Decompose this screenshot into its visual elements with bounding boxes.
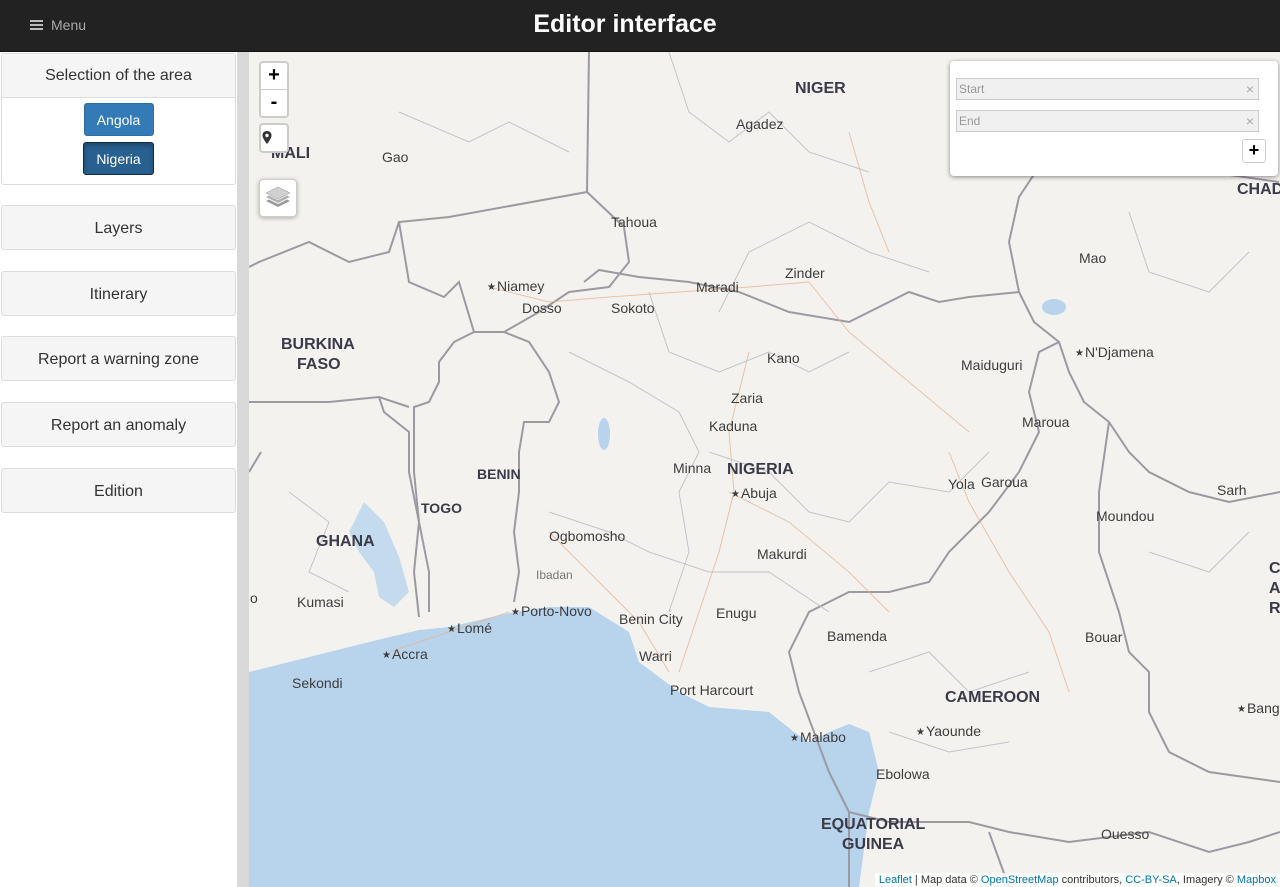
layers-button[interactable] (259, 179, 297, 217)
routing-panel: × × + (950, 61, 1278, 176)
map-label-mao: Mao (1079, 250, 1107, 266)
map-label-faso: FASO (297, 356, 341, 373)
map-label-equatorial: EQUATORIAL (821, 816, 926, 833)
map-label-maroua: Maroua (1022, 414, 1070, 430)
map-label-burkina: BURKINA (281, 336, 355, 353)
map-label-gao: Gao (382, 149, 409, 165)
area-button-nigeria[interactable]: Nigeria (83, 142, 154, 175)
attribution-text-1: | Map data © (911, 874, 981, 886)
sidebar: Selection of the area Angola Nigeria Lay… (0, 52, 249, 887)
map-label-sarh: Sarh (1217, 482, 1247, 498)
map-label-niamey: Niamey (487, 278, 544, 294)
map-label-benin: BENIN (477, 466, 521, 482)
map-label-car-r: R (1269, 600, 1280, 617)
sidebar-item-anomaly[interactable]: Report an anomaly (1, 402, 236, 447)
locate-button[interactable] (259, 123, 289, 153)
map-label-accra: Accra (382, 646, 428, 662)
map-label-enugu: Enugu (716, 605, 757, 621)
map-label-chad: CHAD (1237, 181, 1280, 198)
start-waypoint: × (956, 78, 1259, 100)
map-label-bouar: Bouar (1085, 629, 1123, 645)
area-button-angola[interactable]: Angola (83, 103, 154, 136)
map-label-ndjamena: N'Djamena (1075, 344, 1154, 360)
map-label-guinea: GUINEA (842, 836, 905, 853)
page-title: Editor interface (533, 10, 717, 38)
attribution-text-3: , Imagery © (1176, 874, 1237, 886)
license-link[interactable]: CC-BY-SA (1125, 874, 1177, 886)
clear-end-icon[interactable]: × (1246, 111, 1254, 131)
area-selection-panel: Selection of the area Angola Nigeria (1, 53, 236, 185)
sidebar-item-itinerary[interactable]: Itinerary (1, 271, 236, 316)
map-label-maradi: Maradi (696, 279, 739, 295)
map-label-sokoto: Sokoto (611, 300, 655, 316)
map-label-ibadan: Ibadan (536, 568, 573, 582)
map-label-yaounde: Yaounde (916, 723, 981, 739)
map-label-sekondi: Sekondi (292, 675, 343, 691)
map-label-port-harcourt: Port Harcourt (670, 682, 754, 698)
map-label-niger: NIGER (795, 80, 846, 97)
map-label-edge: o (250, 590, 258, 606)
map-label-moundou: Moundou (1096, 508, 1155, 524)
map-label-ouesso: Ouesso (1101, 826, 1150, 842)
map-label-kano: Kano (767, 350, 800, 366)
map-label-warri: Warri (639, 648, 672, 664)
map-label-ogbomosho: Ogbomosho (549, 528, 626, 544)
sidebar-item-layers[interactable]: Layers (1, 205, 236, 250)
map-canvas[interactable]: NIGER MALI CHAD BURKINA FASO BENIN TOGO … (249, 52, 1280, 887)
map-label-ebolowa: Ebolowa (876, 766, 930, 782)
lake-kainji (598, 418, 610, 450)
map-label-malabo: Malabo (790, 729, 846, 745)
end-waypoint: × (956, 110, 1259, 132)
lake-volta (349, 502, 409, 607)
map-label-maiduguri: Maiduguri (961, 357, 1023, 373)
area-selection-title[interactable]: Selection of the area (2, 54, 235, 98)
start-input[interactable] (959, 82, 1229, 96)
map-label-cameroon: CAMEROON (945, 689, 1041, 706)
layers-icon (265, 186, 291, 207)
map-label-zaria: Zaria (731, 390, 763, 406)
ocean (249, 607, 879, 887)
map-label-agadez: Agadez (736, 116, 784, 132)
clear-start-icon[interactable]: × (1246, 79, 1254, 99)
map-label-zinder: Zinder (785, 265, 825, 281)
map-label-dosso: Dosso (522, 300, 562, 316)
map-label-tahoua: Tahoua (611, 214, 657, 230)
map-label-makurdi: Makurdi (757, 546, 807, 562)
map-label-minna: Minna (673, 460, 712, 476)
map-label-benin-city: Benin City (619, 611, 683, 627)
map-label-car-a: A (1269, 580, 1280, 597)
attribution-text-2: contributors, (1058, 874, 1126, 886)
mapbox-link[interactable]: Mapbox (1237, 874, 1276, 886)
zoom-out-button[interactable]: - (261, 89, 287, 116)
map-label-ghana: GHANA (316, 533, 375, 550)
top-navbar: Menu Editor interface (0, 0, 1280, 52)
map-label-porto-novo: Porto-Novo (511, 603, 592, 619)
map-label-togo: TOGO (421, 500, 462, 516)
map-label-bamenda: Bamenda (827, 628, 887, 644)
sidebar-item-edition[interactable]: Edition (1, 468, 236, 513)
map-marker-icon (262, 131, 272, 144)
map-label-kumasi: Kumasi (297, 594, 344, 610)
zoom-in-button[interactable]: + (261, 63, 287, 89)
map-attribution: Leaflet | Map data © OpenStreetMap contr… (874, 873, 1280, 887)
sidebar-item-warning-zone[interactable]: Report a warning zone (1, 336, 236, 381)
map-label-kaduna: Kaduna (709, 418, 758, 434)
map-label-car-c: C (1269, 560, 1280, 577)
map-label-lome: Lomé (447, 620, 492, 636)
osm-link[interactable]: OpenStreetMap (981, 874, 1059, 886)
map-label-garoua: Garoua (981, 474, 1028, 490)
map-label-abuja: Abuja (731, 485, 777, 501)
zoom-control: + - (259, 61, 289, 118)
leaflet-link[interactable]: Leaflet (879, 874, 912, 886)
map-label-yola: Yola (948, 476, 975, 492)
map-label-bangui: Bang (1237, 700, 1280, 716)
map-label-nigeria: NIGERIA (727, 461, 794, 478)
end-input[interactable] (959, 114, 1229, 128)
add-waypoint-button[interactable]: + (1242, 139, 1266, 163)
lake-chad (1042, 299, 1066, 315)
